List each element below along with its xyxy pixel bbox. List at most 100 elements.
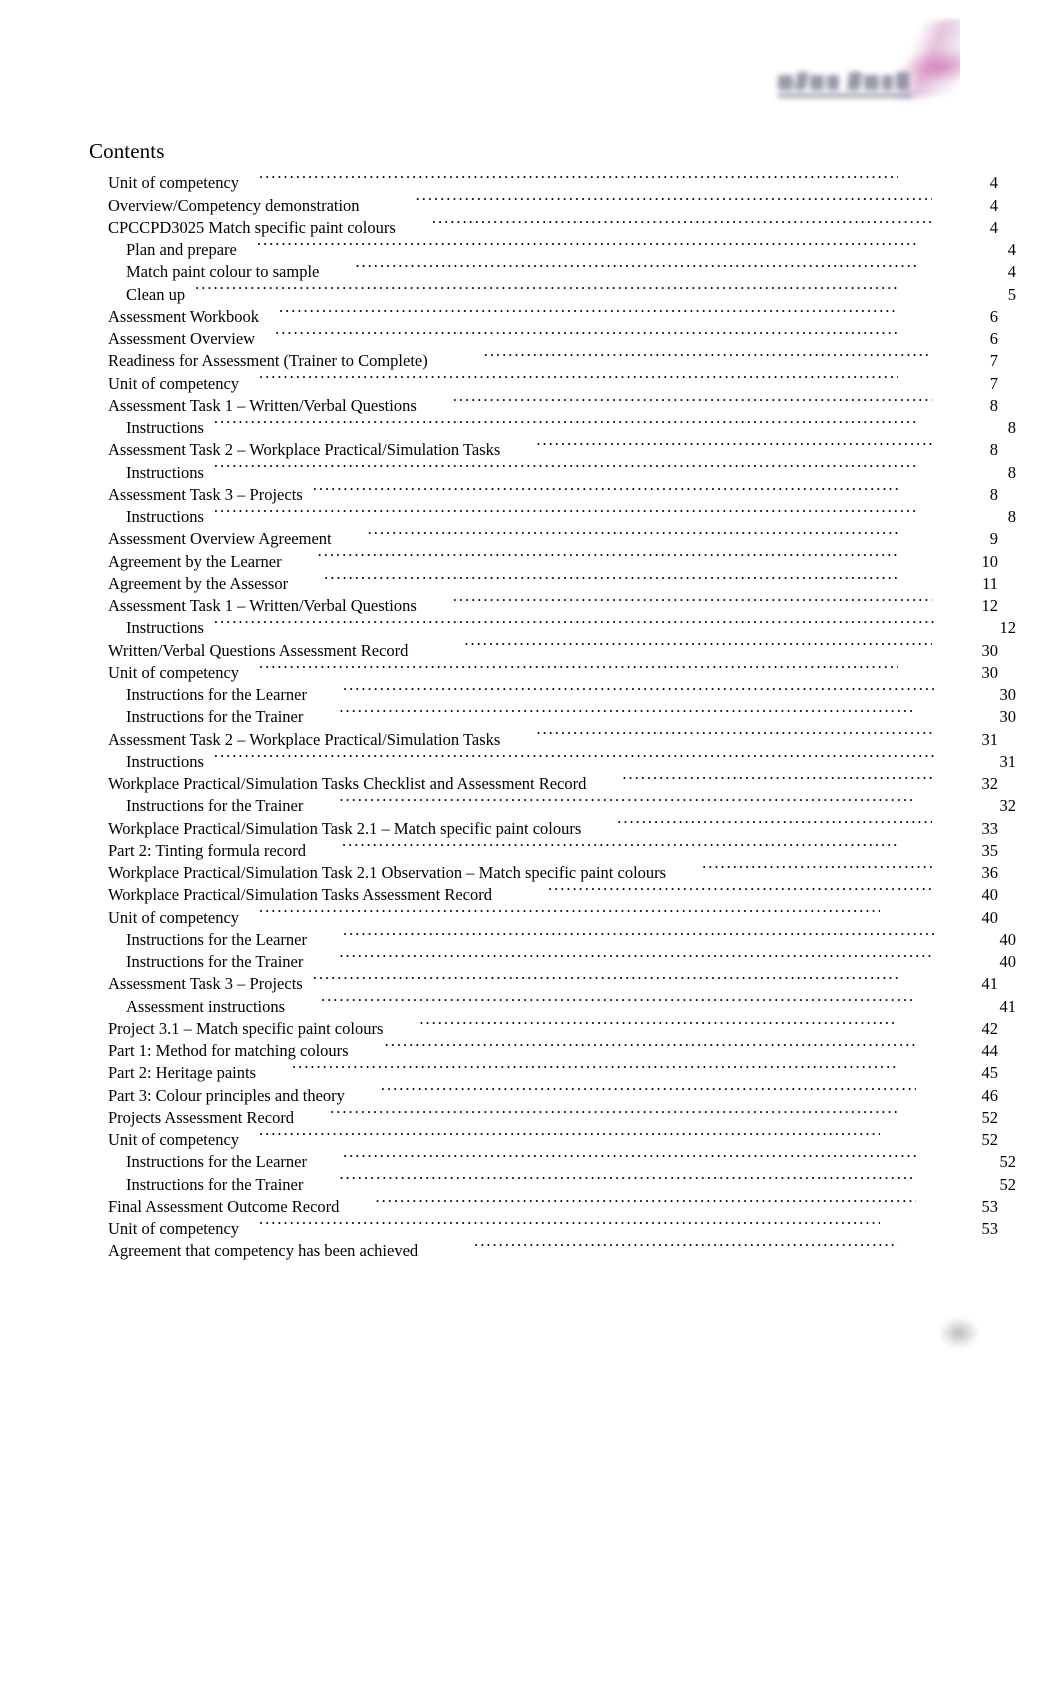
toc-dot-leader	[355, 255, 916, 277]
toc-entry-title: Instructions	[126, 462, 204, 482]
toc-dot-leader	[484, 344, 932, 366]
toc-entry[interactable]: Instructions 8	[89, 411, 1016, 437]
toc-dot-leader	[313, 967, 898, 989]
toc-entry[interactable]: Instructions 12	[89, 611, 1016, 637]
toc-entry-page-number: 4	[989, 217, 998, 237]
toc-entry-page-number: 4	[989, 173, 998, 193]
toc-entry[interactable]: Clean up 5	[89, 277, 1016, 303]
toc-dot-leader	[343, 923, 934, 945]
toc-entry[interactable]: Unit of competency 4	[89, 166, 998, 192]
toc-dot-leader	[214, 500, 916, 522]
logo-wordmark	[774, 66, 926, 100]
toc-dot-leader	[214, 611, 934, 633]
toc-entry-title: Instructions for the Trainer	[126, 707, 304, 727]
toc-dot-leader	[548, 878, 932, 900]
toc-entry-title: Instructions for the Learner	[126, 685, 307, 704]
toc-entry-title: Instructions for the Trainer	[126, 796, 304, 816]
toc-dot-leader	[343, 1145, 916, 1167]
toc-dot-leader	[259, 656, 898, 678]
toc-entry-title: Unit of competency	[108, 907, 240, 927]
toc-dot-leader	[464, 633, 932, 655]
toc-entry-title: Instructions for the Trainer	[126, 952, 304, 971]
toc-entry-page-number: 40	[981, 885, 999, 905]
toc-entry-page-number: 8	[1007, 462, 1016, 482]
toc-entry-page-number: 35	[981, 840, 999, 860]
toc-entry[interactable]: Instructions 31	[89, 745, 1016, 771]
toc-entry-page-number: 36	[981, 863, 999, 882]
toc-entry-title: Part 2: Tinting formula record	[108, 840, 306, 860]
toc-entry-page-number: 4	[1007, 240, 1016, 259]
toc-entry[interactable]: Assessment Workbook 6	[89, 300, 998, 326]
toc-entry-title: Assessment Task 3 – Projects	[108, 974, 303, 994]
toc-dot-leader	[453, 389, 932, 411]
toc-entry-page-number: 41	[981, 974, 999, 994]
toc-entry-page-number: 12	[999, 618, 1017, 638]
toc-entry-page-number: 44	[981, 1041, 999, 1060]
toc-entry-page-number: 9	[989, 529, 998, 549]
toc-entry[interactable]: Written/Verbal Questions Assessment Reco…	[89, 633, 998, 659]
toc-entry[interactable]: Workplace Practical/Simulation Tasks Che…	[89, 767, 998, 793]
toc-entry-page-number: 53	[981, 1219, 999, 1238]
toc-entry-title: Assessment Overview Agreement	[108, 529, 332, 549]
toc-entry-page-number: 52	[999, 1174, 1017, 1194]
toc-entry-title: Unit of competency	[108, 1219, 240, 1238]
toc-entry-page-number: 7	[989, 373, 998, 393]
toc-entry-title: Project 3.1 – Match specific paint colou…	[108, 1018, 384, 1038]
scan-smudge-artifact	[940, 1318, 978, 1348]
table-of-contents: Unit of competency 4 Overview/Competency d…	[89, 166, 1016, 1260]
toc-entry-page-number: 52	[981, 1107, 999, 1127]
contents-heading: Contents	[89, 139, 165, 163]
toc-entry-page-number: 45	[981, 1063, 999, 1083]
toc-entry-page-number: 31	[981, 729, 999, 749]
toc-entry[interactable]: Assessment Task 2 – Workplace Practical/…	[89, 433, 998, 459]
toc-entry-title: Assessment Workbook	[108, 306, 259, 326]
toc-entry-title: Plan and prepare	[126, 240, 237, 259]
toc-entry-page-number: 4	[1007, 262, 1016, 282]
toc-dot-leader	[321, 989, 916, 1011]
toc-entry-title: Instructions	[126, 418, 204, 437]
toc-entry[interactable]: Assessment Task 3 – Projects8	[89, 478, 998, 504]
toc-entry-title: Clean up	[126, 284, 186, 304]
toc-entry-title: Instructions	[126, 507, 204, 526]
toc-entry-page-number: 31	[999, 751, 1017, 771]
toc-entry-page-number: 40	[999, 952, 1017, 971]
toc-entry-page-number: 30	[981, 640, 999, 660]
toc-entry-title: Instructions	[126, 751, 204, 771]
toc-entry-title: Unit of competency	[108, 173, 240, 193]
toc-dot-leader	[432, 211, 932, 233]
toc-entry-page-number: 52	[999, 1152, 1017, 1172]
toc-entry[interactable]: Instructions 8	[89, 455, 1016, 481]
toc-entry[interactable]: Assessment Overview Agreement 9	[89, 522, 998, 548]
toc-dot-leader	[617, 811, 932, 833]
toc-dot-leader	[419, 1012, 898, 1034]
toc-dot-leader	[292, 1056, 898, 1078]
company-logo	[760, 18, 960, 123]
toc-entry-page-number: 30	[999, 685, 1017, 704]
toc-entry-title: Instructions for the Learner	[126, 1152, 307, 1172]
toc-dot-leader	[324, 567, 898, 589]
toc-entry-page-number: 30	[981, 662, 999, 682]
toc-dot-leader	[318, 544, 898, 566]
toc-entry-page-number: 8	[989, 484, 998, 504]
toc-dot-leader	[343, 678, 934, 700]
toc-entry-title: Unit of competency	[108, 1130, 240, 1149]
toc-dot-leader	[313, 478, 898, 500]
toc-dot-leader	[339, 1167, 916, 1189]
toc-dot-leader	[339, 945, 934, 967]
toc-dot-leader	[368, 522, 898, 544]
toc-entry[interactable]: Instructions 8	[89, 500, 1016, 526]
toc-dot-leader	[214, 411, 916, 433]
toc-dot-leader	[536, 433, 932, 455]
toc-entry-page-number: 4	[989, 195, 998, 215]
toc-dot-leader	[416, 188, 932, 210]
toc-dot-leader	[214, 455, 916, 477]
toc-entry-page-number: 8	[1007, 507, 1016, 526]
toc-entry-title: Instructions for the Trainer	[126, 1174, 304, 1194]
toc-entry-title: Unit of competency	[108, 373, 240, 393]
toc-dot-leader	[259, 900, 880, 922]
toc-entry-page-number: 52	[981, 1130, 999, 1149]
toc-dot-leader	[257, 233, 916, 255]
toc-entry-page-number: 32	[999, 796, 1017, 816]
toc-entry-page-number: 40	[981, 907, 999, 927]
toc-entry-page-number: 12	[981, 596, 999, 615]
